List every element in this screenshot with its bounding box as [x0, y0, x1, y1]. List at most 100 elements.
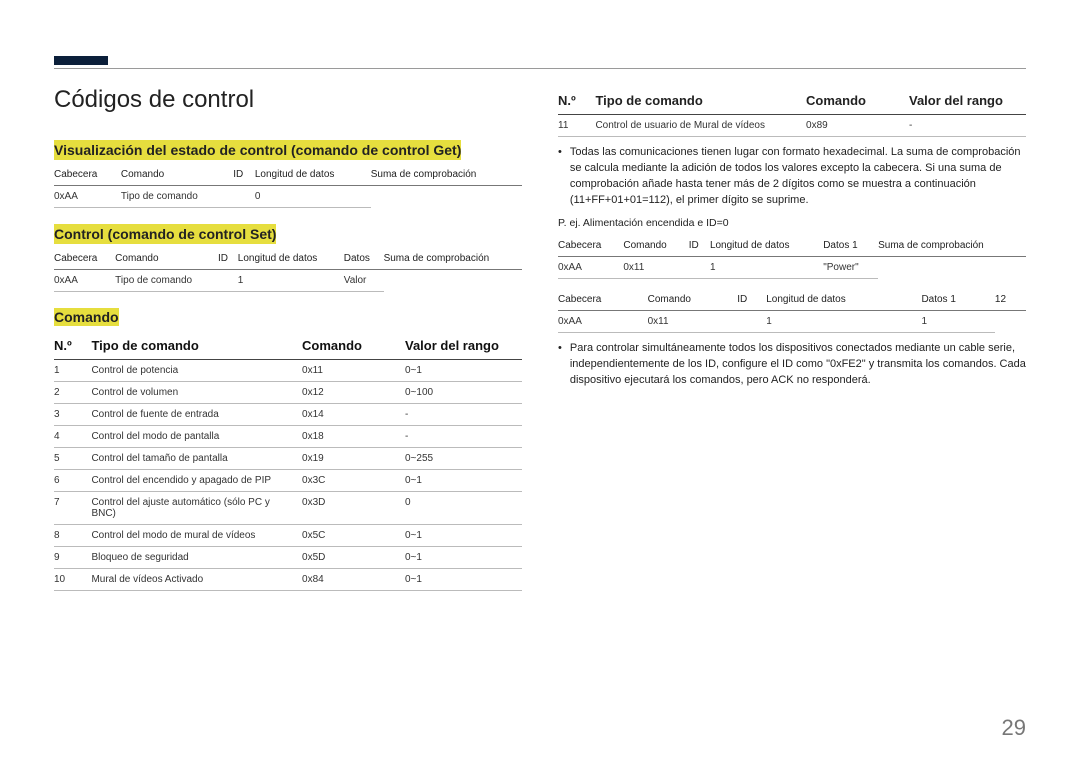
table-comando: N.º Tipo de comando Comando Valor del ra…: [54, 330, 522, 591]
td: 0: [255, 186, 371, 208]
td: Bloqueo de seguridad: [91, 547, 302, 569]
accent-bar: [54, 56, 108, 65]
td: Control de fuente de entrada: [91, 404, 302, 426]
bullet-text: Todas las comunicaciones tienen lugar co…: [570, 145, 1026, 209]
td: 3: [54, 404, 91, 426]
th: ID: [689, 235, 710, 257]
th: Suma de comprobación: [878, 235, 1026, 257]
page-title: Códigos de control: [54, 86, 522, 114]
td: 0xAA: [54, 186, 121, 208]
td: [371, 186, 522, 208]
th: Comando: [115, 248, 218, 270]
td: 0xAA: [558, 256, 623, 278]
th: Datos 1: [921, 289, 994, 311]
td: 9: [54, 547, 91, 569]
td: 0~100: [405, 382, 522, 404]
heading-get: Visualización del estado de control (com…: [54, 140, 461, 160]
td: Control del modo de mural de vídeos: [91, 525, 302, 547]
table-row: 9Bloqueo de seguridad0x5D0~1: [54, 547, 522, 569]
th: Suma de comprobación: [384, 248, 522, 270]
td: Control de volumen: [91, 382, 302, 404]
page-root: Códigos de control Visualización del est…: [0, 0, 1080, 763]
th: Comando: [648, 289, 738, 311]
th: Cabecera: [558, 289, 648, 311]
th: Valor del rango: [405, 330, 522, 360]
td: 0x14: [302, 404, 405, 426]
td: 0x84: [302, 569, 405, 591]
table-row: 1Control de potencia0x110~1: [54, 360, 522, 382]
th: Comando: [806, 88, 909, 115]
th: Longitud de datos: [766, 289, 921, 311]
bullet-dot-icon: •: [558, 145, 562, 209]
td: 0~1: [405, 470, 522, 492]
heading-set: Control (comando de control Set): [54, 224, 276, 244]
table-row: 3Control de fuente de entrada0x14-: [54, 404, 522, 426]
td: -: [909, 115, 1026, 137]
td: -: [405, 426, 522, 448]
td: [384, 270, 522, 292]
th: Datos: [344, 248, 384, 270]
td: 4: [54, 426, 91, 448]
td: Valor: [344, 270, 384, 292]
bullet-note-2: • Para controlar simultáneamente todos l…: [558, 341, 1026, 389]
table-example-2: Cabecera Comando ID Longitud de datos Da…: [558, 289, 1026, 333]
th: Cabecera: [54, 164, 121, 186]
bullet-text: Para controlar simultáneamente todos los…: [570, 341, 1026, 389]
td: 0: [405, 492, 522, 525]
td: [878, 256, 1026, 278]
example-label: P. ej. Alimentación encendida e ID=0: [558, 217, 1026, 229]
td: 0x3D: [302, 492, 405, 525]
td: 0x11: [623, 256, 688, 278]
td: [737, 310, 766, 332]
th: ID: [218, 248, 238, 270]
td: 0xAA: [54, 270, 115, 292]
th: Cabecera: [54, 248, 115, 270]
td: 6: [54, 470, 91, 492]
two-column-layout: Códigos de control Visualización del est…: [54, 86, 1026, 591]
left-column: Códigos de control Visualización del est…: [54, 86, 522, 591]
td: 0x18: [302, 426, 405, 448]
td: 0x19: [302, 448, 405, 470]
td: Control del modo de pantalla: [91, 426, 302, 448]
td: [689, 256, 710, 278]
td: 0~1: [405, 569, 522, 591]
table-row: 6Control del encendido y apagado de PIP0…: [54, 470, 522, 492]
bullet-dot-icon: •: [558, 341, 562, 389]
th: Cabecera: [558, 235, 623, 257]
table-row: 8Control del modo de mural de vídeos0x5C…: [54, 525, 522, 547]
th: Comando: [302, 330, 405, 360]
td: 0x5C: [302, 525, 405, 547]
td: 0x89: [806, 115, 909, 137]
td: 1: [710, 256, 823, 278]
td: 0~1: [405, 525, 522, 547]
td: Control de potencia: [91, 360, 302, 382]
th: N.º: [54, 330, 91, 360]
td: 7: [54, 492, 91, 525]
table-example-1: Cabecera Comando ID Longitud de datos Da…: [558, 235, 1026, 279]
th: Valor del rango: [909, 88, 1026, 115]
th: Suma de comprobación: [371, 164, 522, 186]
heading-comando: Comando: [54, 308, 119, 326]
td: 0x11: [302, 360, 405, 382]
td: [233, 186, 255, 208]
td: 11: [558, 115, 595, 137]
td: Tipo de comando: [121, 186, 233, 208]
td: -: [405, 404, 522, 426]
th: Comando: [623, 235, 688, 257]
top-rule: [54, 68, 1026, 69]
right-column: N.º Tipo de comando Comando Valor del ra…: [558, 86, 1026, 591]
th: ID: [737, 289, 766, 311]
td: 0xAA: [558, 310, 648, 332]
td: 10: [54, 569, 91, 591]
th: Tipo de comando: [91, 330, 302, 360]
td: 0x11: [648, 310, 738, 332]
td: 1: [921, 310, 994, 332]
td: Tipo de comando: [115, 270, 218, 292]
page-number: 29: [1002, 715, 1026, 741]
th: Longitud de datos: [255, 164, 371, 186]
th: Comando: [121, 164, 233, 186]
td: 2: [54, 382, 91, 404]
td: 1: [766, 310, 921, 332]
table-row: 4Control del modo de pantalla0x18-: [54, 426, 522, 448]
td: 1: [238, 270, 344, 292]
